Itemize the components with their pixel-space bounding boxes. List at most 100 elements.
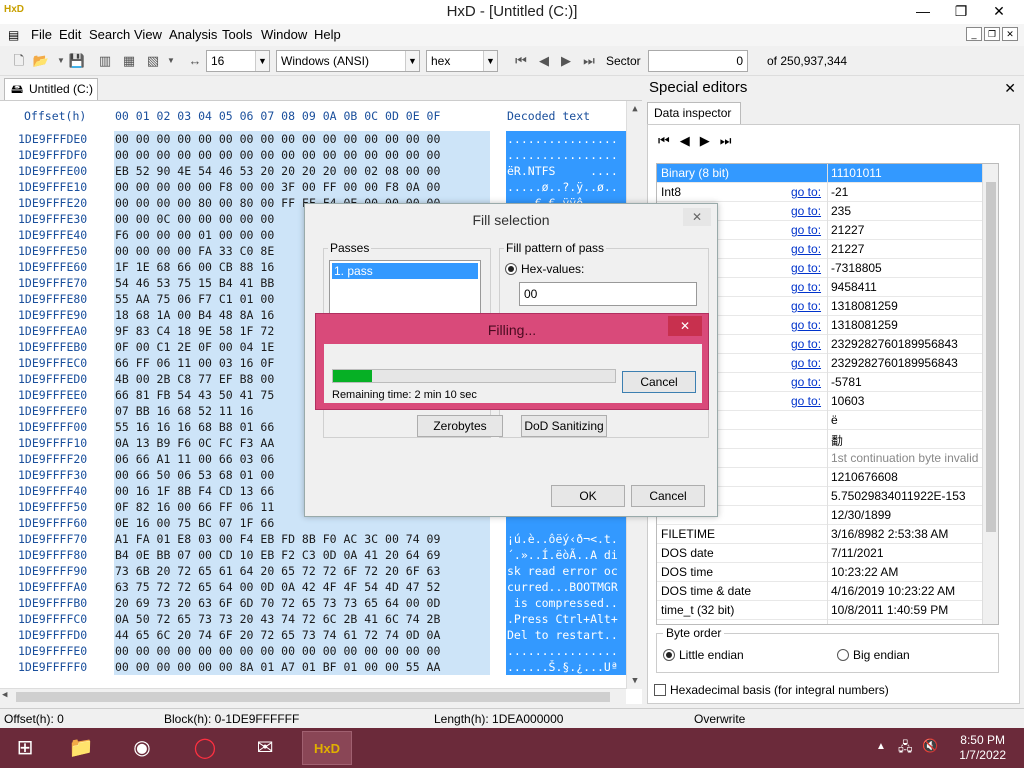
inspector-value[interactable]: ë	[831, 413, 838, 427]
properties-icon[interactable]: ▦	[120, 52, 138, 70]
inspector-value[interactable]: 235	[831, 204, 851, 218]
filling-cancel-button[interactable]: Cancel	[622, 371, 696, 393]
hex-row[interactable]: 1DE9FFFF90 73 6B 20 72 65 61 64 20 65 72 …	[0, 563, 642, 579]
windows-logo-icon[interactable]: ⊞	[0, 731, 50, 765]
next-sector-icon[interactable]: ▶	[557, 52, 575, 70]
menu-view[interactable]: View	[134, 27, 162, 42]
inspector-row[interactable]: FILETIME 3/16/8982 2:53:38 AM	[657, 525, 998, 544]
row-decoded-text[interactable]: Del to restart..	[506, 627, 626, 643]
row-decoded-text[interactable]: .Press Ctrl+Alt+	[506, 611, 626, 627]
menu-help[interactable]: Help	[314, 27, 341, 42]
hex-row[interactable]: 1DE9FFFFC0 0A 50 72 65 73 73 20 43 74 72 …	[0, 611, 642, 627]
row-bytes[interactable]: 00 00 00 00 00 F8 00 00 3F 00 FF 00 00 F…	[114, 179, 490, 195]
inspector-scrollbar[interactable]	[982, 164, 998, 624]
inspector-value[interactable]: 10/8/2011 1:40:59 PM	[831, 603, 948, 617]
charset-select[interactable]: Windows (ANSI) ▼	[276, 50, 420, 72]
goto-link[interactable]: go to:	[791, 185, 821, 199]
row-decoded-text[interactable]: ................	[506, 147, 626, 163]
inspector-row[interactable]: DOS date 7/11/2021	[657, 544, 998, 563]
clock[interactable]: 8:50 PM 1/7/2022	[959, 733, 1006, 763]
cancel-button[interactable]: Cancel	[631, 485, 705, 507]
row-decoded-text[interactable]	[506, 515, 626, 531]
little-endian-radio[interactable]: Little endian	[663, 648, 744, 662]
hex-row[interactable]: 1DE9FFFDE0 00 00 00 00 00 00 00 00 00 00 …	[0, 131, 642, 147]
hex-row[interactable]: 1DE9FFFDF0 00 00 00 00 00 00 00 00 00 00 …	[0, 147, 642, 163]
next-icon[interactable]: ▶	[700, 133, 710, 149]
row-decoded-text[interactable]: ´.»..Í.ëòÃ..A di	[506, 547, 626, 563]
inspector-row[interactable]: DOS time & date 4/16/2019 10:23:22 AM	[657, 582, 998, 601]
horizontal-scrollbar[interactable]: ◀	[0, 688, 626, 704]
row-decoded-text[interactable]: ................	[506, 131, 626, 147]
bytes-per-row-select[interactable]: 16 ▼	[206, 50, 270, 72]
opera-icon[interactable]: ◯	[180, 731, 230, 765]
row-bytes[interactable]: 63 75 72 72 65 64 00 0D 0A 42 4F 4F 54 4…	[114, 579, 490, 595]
inspector-value[interactable]: 1st continuation byte invalid	[831, 451, 978, 465]
row-bytes[interactable]: EB 52 90 4E 54 46 53 20 20 20 20 00 02 0…	[114, 163, 490, 179]
offset-base-select[interactable]: hex ▼	[426, 50, 498, 72]
inspector-value[interactable]: 勫	[831, 432, 843, 449]
goto-link[interactable]: go to:	[791, 261, 821, 275]
goto-link[interactable]: go to:	[791, 223, 821, 237]
inspector-value[interactable]: 2329282760189956843	[831, 356, 958, 370]
inspector-value[interactable]: 3/16/8982 2:53:38 AM	[831, 527, 948, 541]
inspector-value[interactable]: 7/11/2021	[831, 546, 884, 560]
row-bytes[interactable]: 00 00 00 00 00 00 00 00 00 00 00 00 00 0…	[114, 131, 490, 147]
inspector-value[interactable]: 5.75029834011922E-153	[831, 489, 966, 503]
menu-analysis[interactable]: Analysis	[169, 27, 217, 42]
inspector-row[interactable]: Binary (8 bit) 11101011	[657, 164, 998, 183]
inspector-value[interactable]: 21227	[831, 242, 864, 256]
hex-row[interactable]: 1DE9FFFF60 0E 16 00 75 BC 07 1F 66	[0, 515, 642, 531]
inspector-row[interactable]: DOS time 10:23:22 AM	[657, 563, 998, 582]
row-decoded-text[interactable]: ¡ú.è..ôëý‹ð¬<.t.	[506, 531, 626, 547]
row-bytes[interactable]: 44 65 6C 20 74 6F 20 72 65 73 74 61 72 7…	[114, 627, 490, 643]
scroll-up-icon[interactable]: ▲	[627, 101, 643, 117]
open-folder-icon[interactable]: 📂	[32, 52, 50, 70]
row-decoded-text[interactable]: ......Š.§.¿...Uª	[506, 659, 626, 675]
mdi-restore-icon[interactable]: ❐	[984, 27, 1000, 41]
menu-tools[interactable]: Tools	[222, 27, 252, 42]
minimize-button[interactable]: —	[906, 0, 940, 22]
previous-icon[interactable]: ◀	[680, 133, 690, 149]
close-icon[interactable]: ✕	[668, 316, 702, 336]
goto-link[interactable]: go to:	[791, 204, 821, 218]
delete-icon[interactable]: ▥	[96, 52, 114, 70]
goto-link[interactable]: go to:	[791, 299, 821, 313]
hex-row[interactable]: 1DE9FFFFF0 00 00 00 00 00 00 8A 01 A7 01 …	[0, 659, 642, 675]
inspector-value[interactable]: -21	[831, 185, 848, 199]
row-bytes[interactable]: 20 69 73 20 63 6F 6D 70 72 65 73 73 65 6…	[114, 595, 490, 611]
document-tab[interactable]: 🖴 Untitled (C:)	[4, 78, 98, 100]
tab-data-inspector[interactable]: Data inspector	[647, 102, 741, 124]
row-bytes[interactable]: B4 0E BB 07 00 CD 10 EB F2 C3 0D 0A 41 2…	[114, 547, 490, 563]
row-bytes[interactable]: A1 FA 01 E8 03 00 F4 EB FD 8B F0 AC 3C 0…	[114, 531, 490, 547]
document-icon[interactable]: ▤	[8, 28, 22, 42]
goto-link[interactable]: go to:	[791, 337, 821, 351]
menu-search[interactable]: Search	[89, 27, 130, 42]
previous-sector-icon[interactable]: ◀	[535, 52, 553, 70]
sector-input[interactable]: 0	[648, 50, 748, 72]
list-item[interactable]: 1. pass	[332, 263, 478, 279]
row-bytes[interactable]: 0E 16 00 75 BC 07 1F 66	[114, 515, 490, 531]
zerobytes-button[interactable]: Zerobytes	[417, 415, 503, 437]
inspector-value[interactable]: 11101011	[831, 166, 882, 180]
inspector-value[interactable]: 9458411	[831, 280, 877, 294]
hex-values-input[interactable]: 00	[519, 282, 697, 306]
inspector-value[interactable]: 12/30/1899	[831, 508, 891, 522]
row-bytes[interactable]: 00 00 00 00 00 00 00 00 00 00 00 00 00 0…	[114, 147, 490, 163]
last-sector-icon[interactable]: ⏭	[580, 52, 598, 70]
row-decoded-text[interactable]: sk read error oc	[506, 563, 626, 579]
scroll-down-icon[interactable]: ▼	[627, 673, 643, 689]
first-icon[interactable]: ⏮	[658, 133, 670, 149]
inspector-row[interactable]: Int8 go to: -21	[657, 183, 998, 202]
close-icon[interactable]: ✕	[683, 208, 711, 226]
goto-link[interactable]: go to:	[791, 318, 821, 332]
menu-edit[interactable]: Edit	[59, 27, 81, 42]
hex-row[interactable]: 1DE9FFFF70 A1 FA 01 E8 03 00 F4 EB FD 8B …	[0, 531, 642, 547]
show-hidden-icons-icon[interactable]: ▲	[876, 741, 886, 752]
last-icon[interactable]: ⏭	[720, 133, 732, 149]
hex-row[interactable]: 1DE9FFFF80 B4 0E BB 07 00 CD 10 EB F2 C3 …	[0, 547, 642, 563]
first-sector-icon[interactable]: ⏮	[512, 52, 530, 70]
hex-basis-checkbox[interactable]: Hexadecimal basis (for integral numbers)	[654, 683, 889, 697]
inspector-value[interactable]: 10:23:22 AM	[831, 565, 898, 579]
inspector-value[interactable]: 10603	[831, 394, 864, 408]
inspector-row[interactable]: time_t (64 bit) Invalid	[657, 620, 998, 624]
